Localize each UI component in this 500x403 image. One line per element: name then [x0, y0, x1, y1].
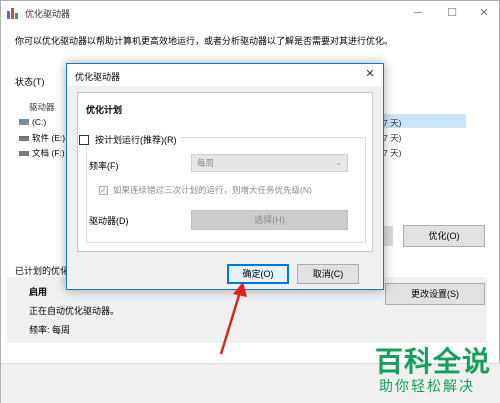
drive-label-c: (C:) — [32, 117, 47, 127]
main-titlebar: 优化驱动器 ─ ☐ ✕ — [1, 1, 499, 25]
optimize-button[interactable]: 优化(O) — [403, 225, 485, 247]
drives-label: 驱动器(D) — [89, 216, 129, 226]
last-run-fragment: 7 天) — [383, 133, 402, 143]
notify-checkbox-row[interactable]: ✓ 如果连续错过三次计划的运行，则增大任务优先级(N) — [99, 184, 312, 196]
dialog-heading: 优化计划 — [86, 105, 123, 115]
drive-row-f[interactable]: 文档 (F:) — [19, 147, 65, 159]
drive-row-e[interactable]: 软件 (E:) — [19, 132, 65, 144]
main-title: 优化驱动器 — [25, 9, 71, 19]
drive-row-c[interactable]: (C:) — [19, 117, 46, 127]
drive-column-header[interactable]: 驱动器 — [29, 101, 55, 113]
maximize-button[interactable]: ☐ — [439, 3, 465, 23]
frequency-label: 频率(F) — [89, 161, 119, 171]
scheduled-optimization-label: 已计划的优化 — [15, 266, 70, 276]
schedule-running-text: 正在自动优化驱动器。 — [29, 306, 120, 316]
last-run-fragment: 7 天) — [383, 118, 402, 128]
windows-drive-icon — [19, 119, 29, 125]
drive-label-f: 文档 (F:) — [32, 148, 65, 158]
minimize-button[interactable]: ─ — [405, 3, 431, 23]
drive-label-e: 软件 (E:) — [32, 133, 66, 143]
schedule-dialog: 优化驱动器 ✕ 优化计划 按计划运行(推荐)(R) 频率(F) 每周 ⌄ ✓ 如… — [66, 63, 384, 290]
notify-label: 如果连续错过三次计划的运行，则增大任务优先级(N) — [113, 185, 312, 195]
run-on-schedule-checkbox-row[interactable]: 按计划运行(推荐)(R) — [79, 133, 181, 146]
choose-drives-button[interactable]: 选择(H) — [191, 210, 348, 230]
close-icon[interactable]: ✕ — [363, 67, 377, 81]
frequency-select[interactable]: 每周 ⌄ — [191, 154, 348, 172]
status-label: 状态(T) — [15, 77, 45, 87]
change-settings-button[interactable]: 更改设置(S) — [385, 283, 485, 305]
defrag-app-icon — [7, 8, 18, 19]
run-on-schedule-label: 按计划运行(推荐)(R) — [95, 135, 177, 145]
frequency-value: 每周 — [197, 158, 215, 168]
run-on-schedule-checkbox[interactable] — [79, 134, 89, 145]
close-window-button[interactable]: ✕ — [471, 3, 497, 23]
schedule-frequency-text: 频率: 每周 — [29, 325, 71, 335]
watermark-subtitle: 助你轻松解决 — [379, 379, 475, 395]
watermark: 百科全说 助你轻松解决 — [367, 340, 497, 400]
dialog-titlebar: 优化驱动器 ✕ — [67, 64, 383, 86]
last-run-fragment: 7 天) — [383, 148, 402, 158]
drive-icon — [19, 151, 29, 156]
intro-text: 你可以优化驱动器以帮助计算机更高效地运行，或者分析驱动器以了解是否需要对其进行优… — [15, 36, 394, 46]
watermark-title: 百科全说 — [375, 345, 492, 378]
dialog-title: 优化驱动器 — [75, 72, 121, 82]
chevron-down-icon: ⌄ — [335, 158, 342, 167]
drive-icon — [19, 136, 29, 141]
cancel-button[interactable]: 取消(C) — [297, 264, 359, 284]
notify-checkbox[interactable]: ✓ — [99, 185, 108, 195]
analyze-button-edge[interactable] — [383, 226, 393, 246]
ok-button[interactable]: 确定(O) — [227, 264, 289, 284]
schedule-status: 启用 — [29, 287, 48, 297]
